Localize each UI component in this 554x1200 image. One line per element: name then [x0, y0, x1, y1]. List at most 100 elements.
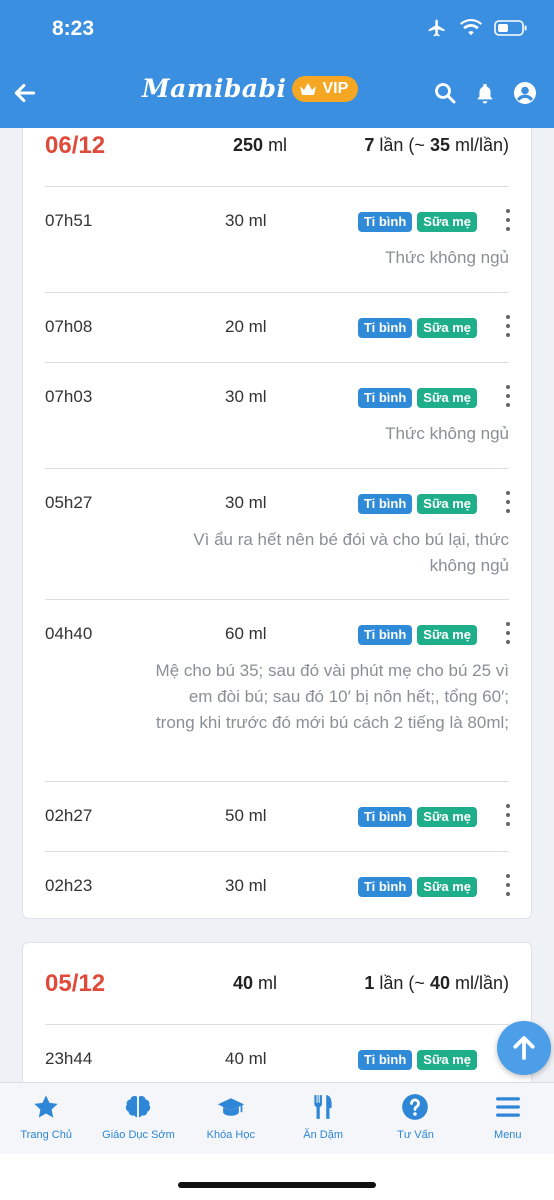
account-button[interactable] [512, 80, 538, 106]
vip-label: VIP [322, 79, 349, 97]
nav-item-consulting[interactable]: Tư Vấn [369, 1083, 461, 1154]
nav-item-early-education[interactable]: Giáo Dục Sớm [92, 1083, 184, 1154]
entry-time: 02h23 [45, 876, 93, 895]
status-bar: 8:23 [0, 0, 554, 60]
feeding-log[interactable]: 06/12 250 ml 7 lần (~ 35 ml/lần) 07h51 3… [0, 128, 554, 1082]
tag-bottle: Ti bình [357, 388, 413, 408]
tag-breast-milk: Sữa mẹ [417, 877, 477, 897]
vip-badge[interactable]: VIP [292, 75, 359, 102]
feeding-entry[interactable]: 07h03 30 ml Ti bình Sữa mẹ Thức không ngủ [45, 363, 511, 469]
entry-time: 05h27 [45, 493, 93, 512]
nav-item-menu[interactable]: Menu [462, 1083, 554, 1154]
graduation-cap-icon [217, 1098, 244, 1116]
day-summary: 05/12 40 ml 1 lần (~ 40 ml/lần) [45, 943, 509, 1025]
nav-label: Ăn Dặm [303, 1129, 344, 1141]
brain-icon [126, 1095, 151, 1118]
question-icon [402, 1094, 429, 1120]
nav-item-home[interactable]: Trang Chủ [0, 1083, 92, 1154]
brand-name: Mamibabi [142, 74, 287, 103]
entry-note: Mệ cho bú 35; sau đó vài phút mẹ cho bú … [155, 661, 509, 732]
star-icon [34, 1095, 58, 1118]
more-options-icon[interactable] [505, 622, 511, 644]
tag-breast-milk: Sữa mẹ [417, 625, 477, 645]
day-card: 06/12 250 ml 7 lần (~ 35 ml/lần) 07h51 3… [22, 128, 532, 919]
tag-bottle: Ti bình [357, 807, 413, 827]
nav-item-weaning[interactable]: Ăn Dặm [277, 1083, 369, 1154]
wifi-icon [460, 19, 482, 36]
menu-icon [495, 1097, 520, 1117]
tag-bottle: Ti bình [357, 318, 413, 338]
nav-label: Khóa Học [206, 1129, 255, 1141]
entry-note: Vì ẩu ra hết nên bé đói và cho bú lại, t… [193, 530, 509, 575]
utensils-icon [314, 1095, 332, 1119]
entry-volume: 40 ml [225, 1049, 267, 1068]
day-total: 250 ml [233, 135, 288, 155]
entry-volume: 30 ml [225, 387, 267, 406]
bottom-navigation: Trang Chủ Giáo Dục Sớm Khóa Học Ăn Dặm T… [0, 1082, 554, 1154]
notification-button[interactable] [472, 80, 498, 106]
tag-breast-milk: Sữa mẹ [417, 212, 477, 232]
feeding-entry[interactable]: 05h27 30 ml Ti bình Sữa mẹ Vì ẩu ra hết n… [45, 469, 511, 600]
feeding-entry[interactable]: 04h40 60 ml Ti bình Sữa mẹ Mệ cho bú 35; … [45, 600, 511, 782]
tag-bottle: Ti bình [357, 494, 413, 514]
day-date: 06/12 [45, 132, 106, 159]
feeding-entry[interactable]: 02h23 30 ml Ti bình Sữa mẹ [45, 852, 511, 918]
entry-volume: 50 ml [225, 806, 267, 825]
entry-time: 04h40 [45, 624, 93, 643]
home-indicator[interactable] [178, 1182, 376, 1188]
day-card: 05/12 40 ml 1 lần (~ 40 ml/lần) 23h44 40… [22, 942, 532, 1082]
entry-time: 02h27 [45, 806, 93, 825]
entry-volume: 30 ml [225, 493, 267, 512]
entry-note: Thức không ngủ [385, 424, 509, 443]
brand-logo: Mamibabi VIP [142, 74, 359, 103]
nav-label: Menu [494, 1129, 522, 1141]
entry-time: 07h03 [45, 387, 93, 406]
header-actions [432, 80, 538, 106]
day-date: 05/12 [45, 970, 106, 997]
more-options-icon[interactable] [505, 315, 511, 337]
day-total: 40 ml [233, 973, 278, 993]
home-area [0, 1154, 554, 1200]
status-time: 8:23 [52, 17, 95, 40]
entry-volume: 20 ml [225, 317, 267, 336]
feeding-entry[interactable]: 07h51 30 ml Ti bình Sữa mẹ Thức không ngủ [45, 187, 511, 293]
airplane-icon [428, 19, 445, 37]
tag-breast-milk: Sữa mẹ [417, 494, 477, 514]
arrow-left-icon [14, 83, 36, 103]
feeding-entry[interactable]: 23h44 40 ml Ti bình Sữa mẹ [45, 1025, 510, 1082]
entry-volume: 30 ml [225, 211, 267, 230]
tag-breast-milk: Sữa mẹ [417, 388, 477, 408]
arrow-up-icon [513, 1036, 535, 1060]
crown-icon [300, 82, 317, 95]
scroll-to-top-button[interactable] [497, 1021, 551, 1075]
entry-volume: 30 ml [225, 876, 267, 895]
more-options-icon[interactable] [505, 385, 511, 407]
battery-icon [494, 20, 527, 36]
nav-item-courses[interactable]: Khóa Học [185, 1083, 277, 1154]
entry-volume: 60 ml [225, 624, 267, 643]
entry-note: Thức không ngủ [385, 248, 509, 267]
more-options-icon[interactable] [505, 491, 511, 513]
entry-time: 23h44 [45, 1049, 93, 1068]
feeding-entry[interactable]: 02h27 50 ml Ti bình Sữa mẹ [45, 782, 511, 852]
bell-icon [477, 83, 493, 104]
day-count: 1 lần (~ 40 ml/lần) [364, 973, 509, 993]
tag-bottle: Ti bình [357, 212, 413, 232]
app-header: Mamibabi VIP [0, 60, 554, 128]
tag-breast-milk: Sữa mẹ [417, 1050, 477, 1070]
back-button[interactable] [8, 76, 42, 110]
more-options-icon[interactable] [505, 209, 511, 231]
tag-bottle: Ti bình [357, 877, 413, 897]
entry-time: 07h08 [45, 317, 93, 336]
tag-bottle: Ti bình [357, 625, 413, 645]
day-count: 7 lần (~ 35 ml/lần) [364, 135, 509, 155]
search-button[interactable] [432, 80, 458, 106]
more-options-icon[interactable] [505, 874, 511, 896]
tag-bottle: Ti bình [357, 1050, 413, 1070]
more-options-icon[interactable] [505, 804, 511, 826]
nav-label: Tư Vấn [397, 1129, 434, 1141]
nav-label: Trang Chủ [20, 1129, 72, 1141]
day-summary: 06/12 250 ml 7 lần (~ 35 ml/lần) [45, 128, 509, 187]
feeding-entry[interactable]: 07h08 20 ml Ti bình Sữa mẹ [45, 293, 511, 363]
search-icon [435, 83, 456, 104]
